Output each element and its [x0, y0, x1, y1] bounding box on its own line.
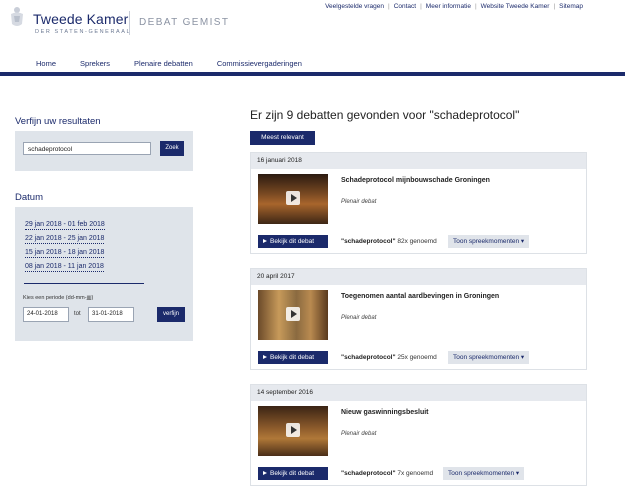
refine-title: Verfijn uw resultaten [15, 116, 101, 127]
mention-count: "schadeprotocol" 82x genoemd [341, 238, 437, 245]
watch-debate-button[interactable]: Bekijk dit debat [258, 351, 328, 364]
sort-button[interactable]: Meest relevant [250, 131, 315, 145]
brand-subtitle: DER STATEN-GENERAAL [35, 29, 132, 35]
top-link-more-info[interactable]: Meer informatie [426, 3, 471, 10]
result-title[interactable]: Toegenomen aantal aardbevingen in Gronin… [341, 293, 499, 300]
search-panel: schadeprotocol Zoek [15, 131, 193, 171]
nav-bar [0, 72, 625, 76]
product-name: DEBAT GEMIST [139, 17, 230, 28]
watch-debate-button[interactable]: Bekijk dit debat [258, 467, 328, 480]
search-button[interactable]: Zoek [160, 141, 184, 156]
top-link-website[interactable]: Website Tweede Kamer [481, 3, 550, 10]
play-icon [286, 423, 300, 437]
show-moments-button[interactable]: Toon spreekmomenten ▾ [448, 235, 530, 248]
result-title[interactable]: Nieuw gaswinningsbesluit [341, 409, 429, 416]
result-date: 20 april 2017 [251, 269, 586, 285]
date-divider [24, 283, 144, 284]
search-input[interactable]: schadeprotocol [23, 142, 151, 155]
date-range-link[interactable]: 08 jan 2018 - 11 jan 2018 [25, 262, 104, 272]
mentions: 7x genoemd [397, 470, 434, 477]
crest-icon [11, 7, 23, 26]
date-from-input[interactable]: 24-01-2018 [23, 307, 69, 322]
result-date: 16 januari 2018 [251, 153, 586, 169]
separator: | [387, 3, 390, 10]
video-thumbnail[interactable] [258, 406, 328, 456]
play-icon [286, 191, 300, 205]
result-card: 16 januari 2018 Schadeprotocol mijnbouws… [250, 152, 587, 254]
nav-speakers[interactable]: Sprekers [80, 59, 110, 68]
show-moments-button[interactable]: Toon spreekmomenten ▾ [443, 467, 525, 480]
top-link-sitemap[interactable]: Sitemap [559, 3, 583, 10]
results-heading: Er zijn 9 debatten gevonden voor "schade… [250, 108, 520, 122]
result-card: 20 april 2017 Toegenomen aantal aardbevi… [250, 268, 587, 370]
date-range-link[interactable]: 15 jan 2018 - 18 jan 2018 [25, 248, 105, 258]
result-date: 14 september 2016 [251, 385, 586, 401]
result-type: Plenair debat [341, 199, 377, 205]
mention-count: "schadeprotocol" 25x genoemd [341, 354, 437, 361]
search-term: "schadeprotocol" [341, 354, 396, 361]
date-panel: 29 jan 2018 - 01 feb 2018 22 jan 2018 - … [15, 207, 193, 341]
date-range-link[interactable]: 22 jan 2018 - 25 jan 2018 [25, 234, 105, 244]
result-type: Plenair debat [341, 315, 377, 321]
nav-committee-meetings[interactable]: Commissievergaderingen [217, 59, 302, 68]
nav-home[interactable]: Home [36, 59, 56, 68]
date-range-link[interactable]: 29 jan 2018 - 01 feb 2018 [25, 220, 105, 230]
watch-debate-button[interactable]: Bekijk dit debat [258, 235, 328, 248]
main-nav: Home Sprekers Plenaire debatten Commissi… [36, 59, 326, 68]
top-link-contact[interactable]: Contact [394, 3, 416, 10]
brand-name: Tweede Kamer [33, 11, 129, 27]
search-term: "schadeprotocol" [341, 238, 396, 245]
period-label: Kies een periode (dd-mm-jjjj) [23, 295, 94, 301]
separator: | [553, 3, 556, 10]
result-card: 14 september 2016 Nieuw gaswinningsbeslu… [250, 384, 587, 486]
mentions: 82x genoemd [397, 238, 437, 245]
mention-count: "schadeprotocol" 7x genoemd [341, 470, 433, 477]
header-divider [129, 11, 130, 35]
refine-button[interactable]: verfijn [157, 307, 185, 322]
separator: | [474, 3, 477, 10]
nav-plenary-debates[interactable]: Plenaire debatten [134, 59, 193, 68]
search-term: "schadeprotocol" [341, 470, 396, 477]
video-thumbnail[interactable] [258, 174, 328, 224]
date-title: Datum [15, 192, 43, 203]
result-title[interactable]: Schadeprotocol mijnbouwschade Groningen [341, 177, 490, 184]
play-icon [286, 307, 300, 321]
result-type: Plenair debat [341, 431, 377, 437]
separator: | [420, 3, 422, 10]
date-to-input[interactable]: 31-01-2018 [88, 307, 134, 322]
video-thumbnail[interactable] [258, 290, 328, 340]
top-link-faq[interactable]: Veelgestelde vragen [325, 3, 384, 10]
show-moments-button[interactable]: Toon spreekmomenten ▾ [448, 351, 530, 364]
date-to-label: tot [74, 311, 81, 317]
mentions: 25x genoemd [397, 354, 437, 361]
top-links: Veelgestelde vragen | Contact | Meer informa… [325, 3, 583, 10]
